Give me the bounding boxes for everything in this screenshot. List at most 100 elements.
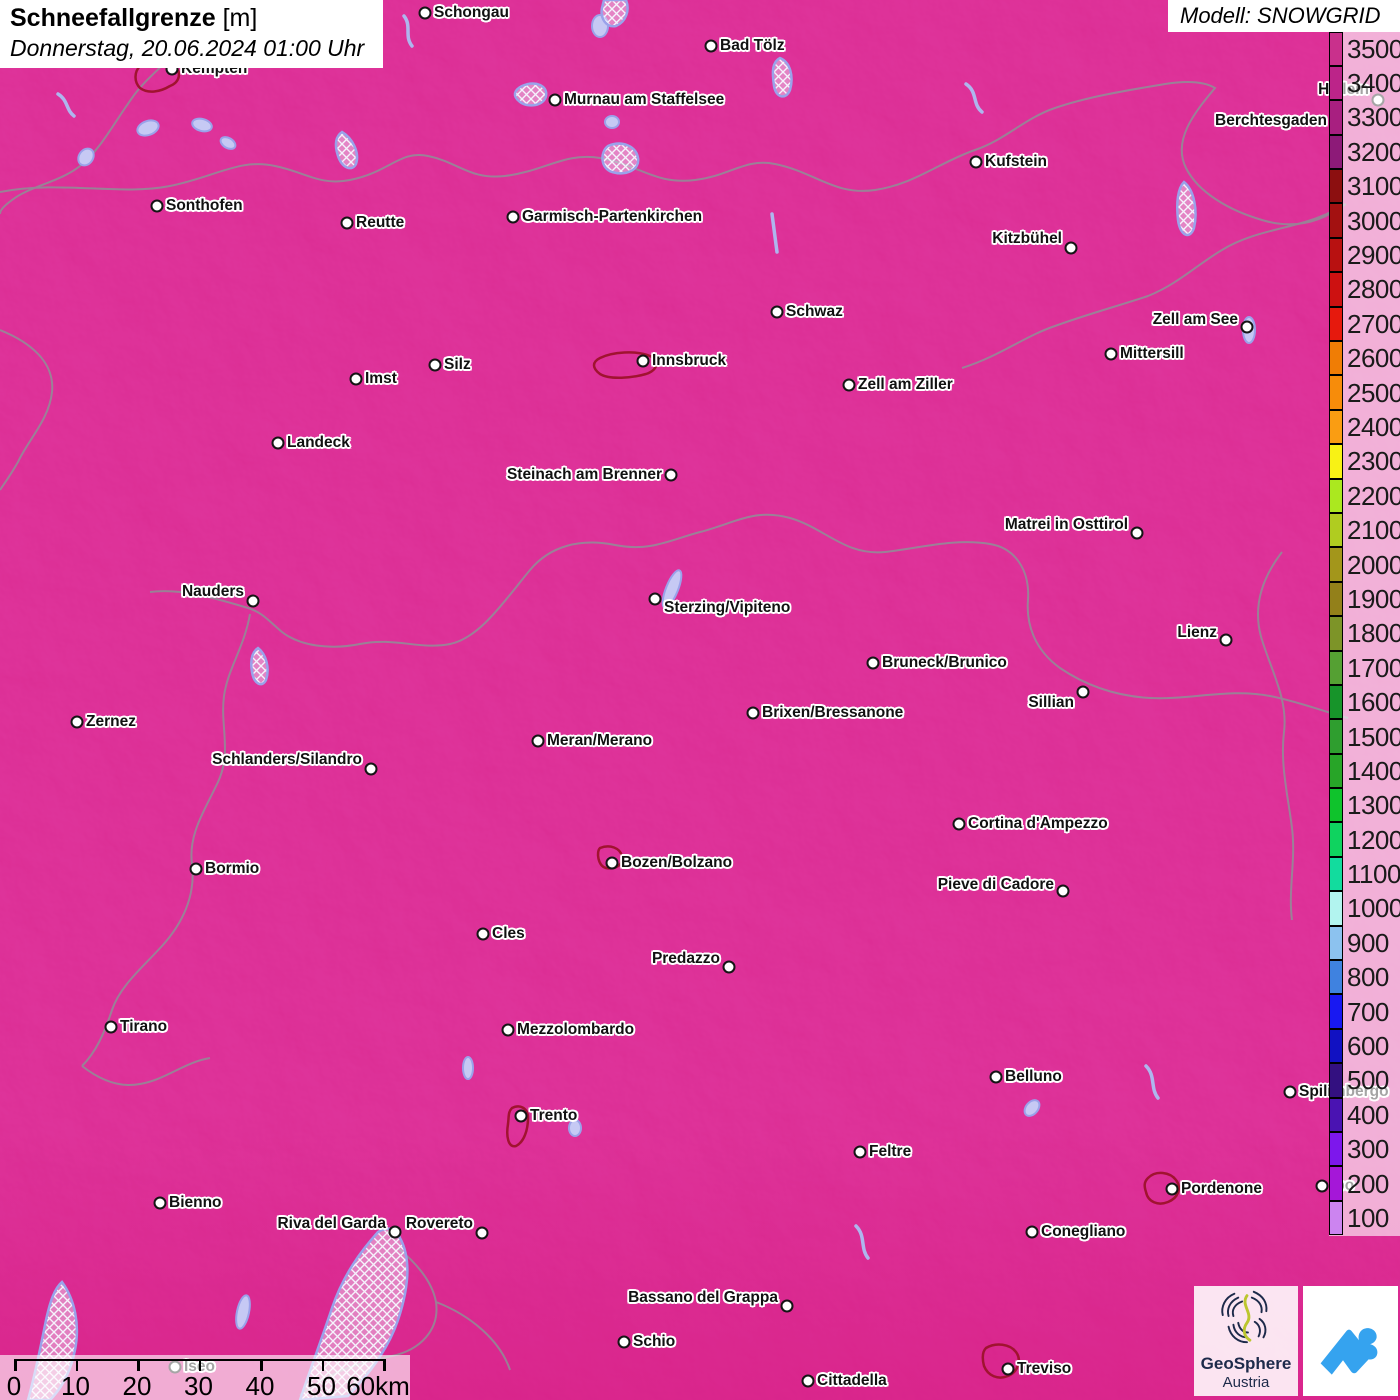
city-dot <box>853 1145 867 1159</box>
city-dot <box>418 6 432 20</box>
legend-row: 1000 <box>1329 891 1400 926</box>
legend-value-label: 1600 <box>1347 687 1400 718</box>
city-label: Imst <box>365 370 397 387</box>
legend-value-label: 2100 <box>1347 515 1400 546</box>
scale-bar-label: 10 <box>61 1371 90 1400</box>
legend-row: 1800 <box>1329 616 1400 651</box>
legend-color-swatch <box>1329 1166 1343 1201</box>
city-dot <box>501 1023 515 1037</box>
city-label: Silz <box>444 356 471 373</box>
geosphere-logo-name: GeoSphere <box>1200 1354 1292 1373</box>
legend-color-swatch <box>1329 512 1343 548</box>
city-dot <box>780 1299 794 1313</box>
city-label: Zell am Ziller <box>858 376 953 393</box>
city-dot <box>722 960 736 974</box>
legend-value-label: 1900 <box>1347 583 1400 614</box>
city-label: Predazzo <box>651 950 720 967</box>
city-dot <box>664 468 678 482</box>
legend-color-swatch <box>1329 1132 1343 1167</box>
city-dot <box>1315 1179 1329 1193</box>
legend-row: 2900 <box>1329 237 1400 273</box>
city-dot <box>1283 1085 1297 1099</box>
legend-color-swatch <box>1329 788 1343 823</box>
legend-value-label: 3200 <box>1347 136 1400 167</box>
geosphere-swirl-icon <box>1221 1290 1268 1344</box>
city-label: Treviso <box>1017 1360 1072 1377</box>
legend-color-swatch <box>1329 1028 1343 1064</box>
city-label: Cittadella <box>817 1372 887 1389</box>
scale-bar-label: 60km <box>346 1371 410 1400</box>
legend-row: 300 <box>1329 1132 1400 1167</box>
legend-value-label: 1000 <box>1347 893 1400 924</box>
legend-row: 800 <box>1329 960 1400 995</box>
city-dot <box>506 210 520 224</box>
legend-color-swatch <box>1329 31 1343 66</box>
legend-color-swatch <box>1329 753 1343 789</box>
legend-value-label: 600 <box>1347 1031 1389 1062</box>
city-dot <box>476 927 490 941</box>
legend-value-label: 1100 <box>1347 859 1400 890</box>
legend-color-swatch <box>1329 375 1343 410</box>
legend-row: 2100 <box>1329 512 1400 548</box>
legend-value-label: 3300 <box>1347 102 1400 133</box>
city-dot <box>801 1374 815 1388</box>
city-dot <box>1104 347 1118 361</box>
city-label: Conegliano <box>1041 1223 1126 1240</box>
city-label: Zell am See <box>1152 311 1238 328</box>
legend-value-label: 1500 <box>1347 721 1400 752</box>
city-label: Murnau am Staffelsee <box>564 91 725 108</box>
scale-bar-label: 40 <box>245 1371 275 1400</box>
city-label: Sterzing/Vipiteno <box>664 599 791 616</box>
city-dot <box>605 856 619 870</box>
legend-row: 900 <box>1329 925 1400 961</box>
legend-color-swatch <box>1329 444 1343 479</box>
legend-color-swatch <box>1329 891 1343 926</box>
legend-color-swatch <box>1329 409 1343 445</box>
legend-value-label: 2500 <box>1347 377 1400 408</box>
city-dot <box>1219 633 1233 647</box>
city-label: Sonthofen <box>166 197 243 214</box>
legend-color-swatch <box>1329 1063 1343 1098</box>
legend-color-swatch <box>1329 100 1343 135</box>
city-dot <box>150 199 164 213</box>
city-dot <box>271 436 285 450</box>
legend-value-label: 3400 <box>1347 68 1400 99</box>
city-dot <box>340 216 354 230</box>
legend-row: 2200 <box>1329 478 1400 513</box>
scale-bar-tick <box>198 1359 201 1371</box>
legend-row: 2300 <box>1329 444 1400 479</box>
legend-row: 500 <box>1329 1063 1400 1098</box>
city-label: Bozen/Bolzano <box>621 854 733 871</box>
legend-row: 600 <box>1329 1028 1400 1064</box>
city-label: Pieve di Cadore <box>937 876 1054 893</box>
weather-map-canvas: Schongau Bad Tölz Kempten Murnau am Staffel… <box>0 0 1400 1400</box>
city-dot <box>1076 685 1090 699</box>
city-label: Bormio <box>205 860 260 877</box>
city-label: Bruneck/Brunico <box>882 654 1007 671</box>
city-label: Kitzbühel <box>992 230 1062 247</box>
city-label: Lienz <box>1177 624 1217 641</box>
city-dot <box>1240 320 1254 334</box>
legend-color-swatch <box>1329 822 1343 857</box>
legend-value-label: 2900 <box>1347 240 1400 271</box>
city-dot <box>153 1196 167 1210</box>
model-label: Modell: SNOWGRID <box>1168 0 1400 32</box>
scale-bar-label: 20 <box>122 1371 152 1400</box>
city-dot <box>866 656 880 670</box>
legend-color-swatch <box>1329 684 1343 720</box>
legend-color-swatch <box>1329 960 1343 995</box>
legend-color-swatch <box>1329 581 1343 617</box>
city-label: Reutte <box>356 214 405 231</box>
scale-bar-tick <box>75 1359 78 1371</box>
scale-bar-tick <box>260 1359 263 1371</box>
legend-row: 2500 <box>1329 375 1400 410</box>
legend-row: 1700 <box>1329 650 1400 685</box>
city-label: Belluno <box>1005 1068 1062 1085</box>
legend-row: 3300 <box>1329 100 1400 135</box>
scale-bar-tick <box>137 1359 140 1371</box>
city-label: Mittersill <box>1120 345 1184 362</box>
legend-value-label: 500 <box>1347 1065 1389 1096</box>
legend-row: 2700 <box>1329 306 1400 342</box>
city-dot <box>952 817 966 831</box>
legend-value-label: 2300 <box>1347 446 1400 477</box>
